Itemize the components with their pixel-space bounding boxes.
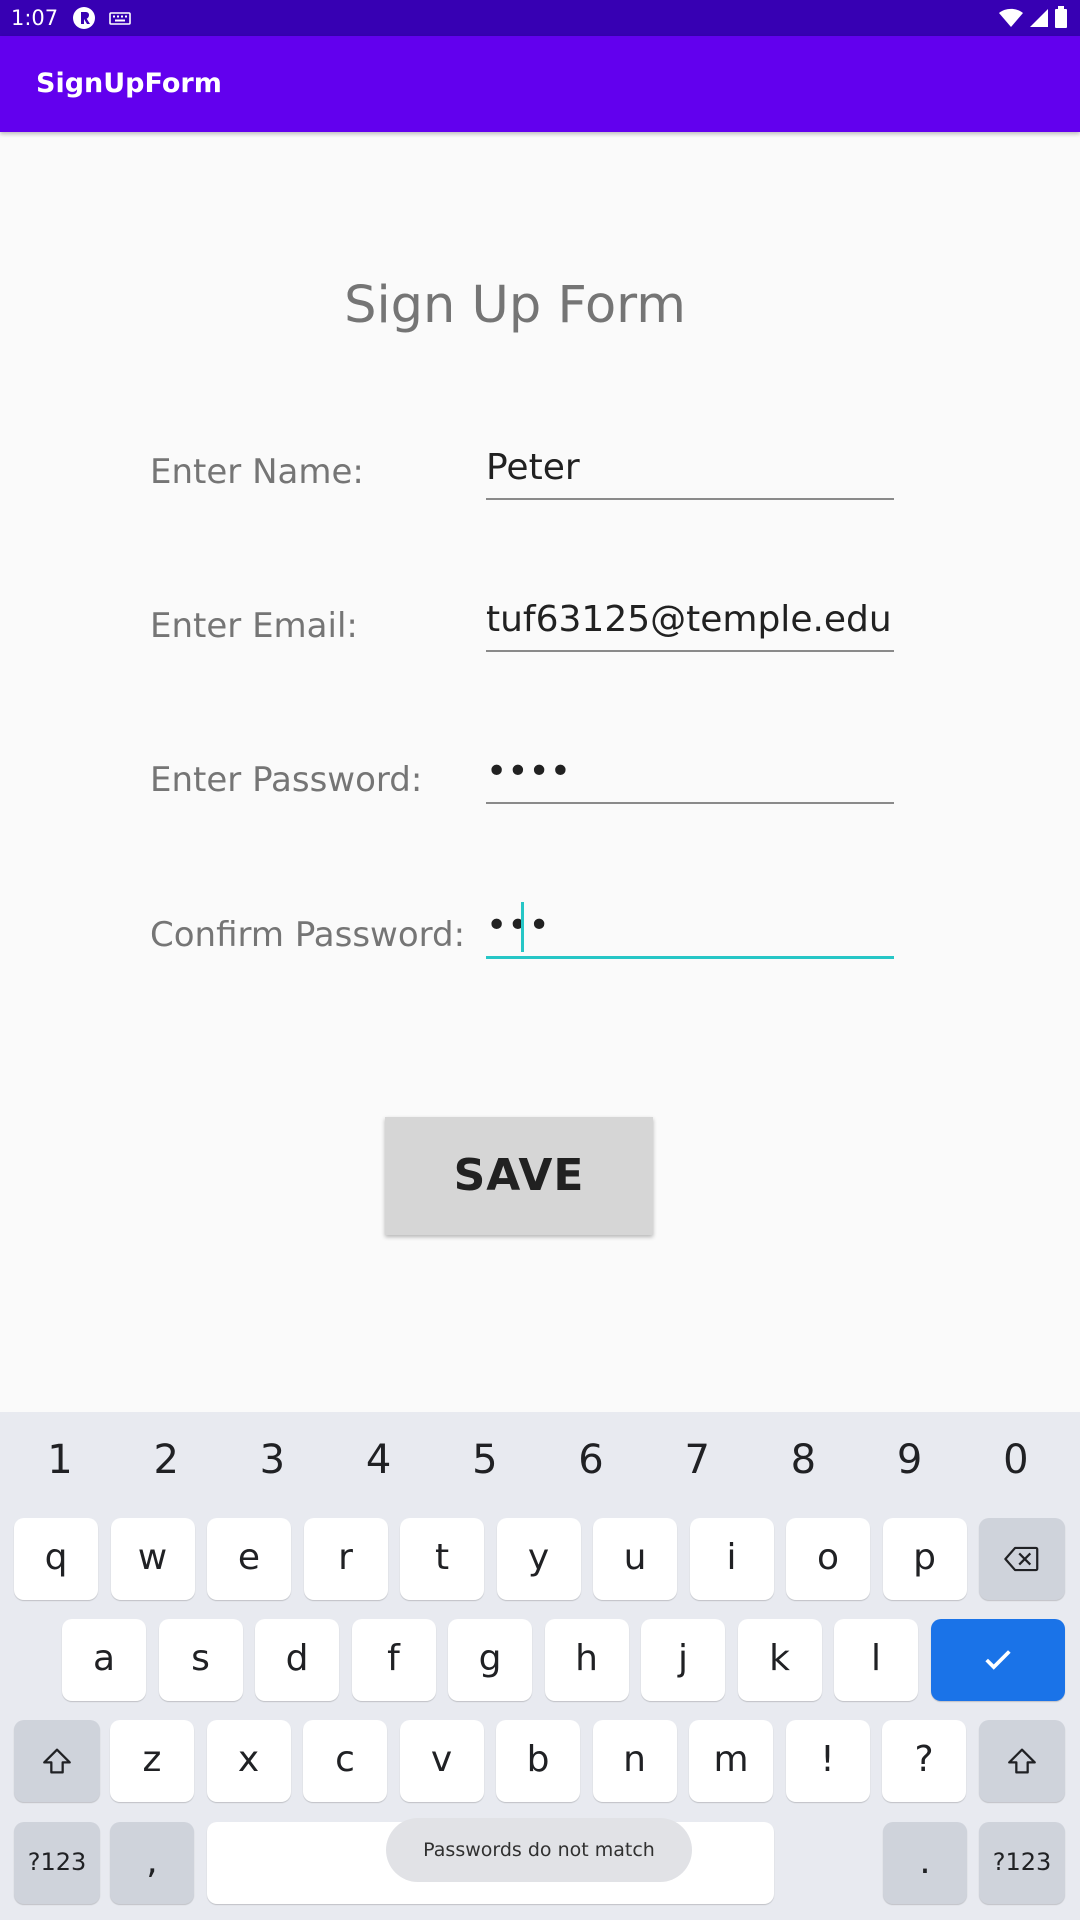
check-icon	[981, 1638, 1015, 1679]
battery-icon	[1054, 6, 1068, 34]
key-x[interactable]: x	[206, 1720, 291, 1802]
symbols-key-right[interactable]: ?123	[979, 1822, 1065, 1904]
shift-icon	[40, 1739, 74, 1780]
key-u[interactable]: u	[593, 1518, 677, 1600]
shift-key-right[interactable]	[979, 1720, 1065, 1802]
name-field[interactable]: Peter	[486, 444, 894, 500]
number-key-9[interactable]: 9	[870, 1435, 950, 1485]
toast-message: Passwords do not match	[386, 1818, 692, 1882]
symbols-key-left[interactable]: ?123	[14, 1822, 100, 1904]
wifi-icon	[998, 6, 1024, 34]
email-label: Enter Email:	[150, 606, 358, 646]
form-title: Sign Up Form	[344, 276, 686, 335]
comma-key[interactable]: ,	[110, 1822, 194, 1904]
key-y[interactable]: y	[496, 1518, 581, 1600]
key-b[interactable]: b	[496, 1720, 580, 1802]
shift-key-left[interactable]	[14, 1720, 100, 1802]
app-title: SignUpForm	[36, 68, 222, 99]
key-r[interactable]: r	[303, 1518, 388, 1600]
enter-key[interactable]	[931, 1619, 1065, 1701]
number-key-5[interactable]: 5	[445, 1435, 525, 1485]
key-l[interactable]: l	[834, 1619, 918, 1701]
key-v[interactable]: v	[399, 1720, 484, 1802]
save-button[interactable]: SAVE	[385, 1117, 653, 1235]
status-time: 1:07	[11, 6, 59, 30]
status-bar: 1:07	[0, 0, 1080, 36]
keyboard-icon	[108, 6, 132, 34]
confirm-password-field[interactable]: •••	[486, 902, 894, 959]
key-k[interactable]: k	[737, 1619, 822, 1701]
password-field[interactable]: ••••	[486, 748, 894, 804]
key-d[interactable]: d	[255, 1619, 339, 1701]
number-key-0[interactable]: 0	[976, 1435, 1056, 1485]
key-m[interactable]: m	[689, 1720, 773, 1802]
number-key-3[interactable]: 3	[232, 1435, 312, 1485]
number-key-1[interactable]: 1	[20, 1435, 100, 1485]
key-h[interactable]: h	[544, 1619, 629, 1701]
app-r-icon	[72, 6, 96, 34]
password-label: Enter Password:	[150, 760, 423, 800]
key-t[interactable]: t	[400, 1518, 484, 1600]
key-w[interactable]: w	[110, 1518, 195, 1600]
key-p[interactable]: p	[882, 1518, 967, 1600]
backspace-key[interactable]	[979, 1518, 1065, 1600]
app-bar: SignUpForm	[0, 36, 1080, 132]
key-n[interactable]: n	[592, 1720, 677, 1802]
period-key[interactable]: .	[883, 1822, 967, 1904]
number-key-6[interactable]: 6	[551, 1435, 631, 1485]
key-e[interactable]: e	[207, 1518, 291, 1600]
text-cursor	[521, 902, 524, 952]
key-q[interactable]: q	[14, 1518, 98, 1600]
email-field[interactable]: tuf63125@temple.edu	[486, 596, 894, 652]
key-j[interactable]: j	[641, 1619, 725, 1701]
key-f[interactable]: f	[351, 1619, 436, 1701]
confirm-password-label: Confirm Password:	[150, 915, 466, 955]
number-key-4[interactable]: 4	[339, 1435, 419, 1485]
key-exclamation[interactable]: !	[785, 1720, 870, 1802]
key-o[interactable]: o	[786, 1518, 870, 1600]
signal-icon	[1028, 6, 1050, 34]
key-c[interactable]: c	[303, 1720, 387, 1802]
key-s[interactable]: s	[158, 1619, 243, 1701]
name-label: Enter Name:	[150, 452, 364, 492]
confirm-password-value: •••	[486, 905, 550, 946]
shift-icon	[1005, 1739, 1039, 1780]
key-z[interactable]: z	[110, 1720, 194, 1802]
key-i[interactable]: i	[689, 1518, 774, 1600]
number-key-7[interactable]: 7	[657, 1435, 737, 1485]
key-g[interactable]: g	[448, 1619, 532, 1701]
backspace-icon	[1004, 1537, 1040, 1578]
number-key-2[interactable]: 2	[126, 1435, 206, 1485]
number-key-8[interactable]: 8	[763, 1435, 843, 1485]
key-question[interactable]: ?	[882, 1720, 966, 1802]
key-a[interactable]: a	[62, 1619, 146, 1701]
